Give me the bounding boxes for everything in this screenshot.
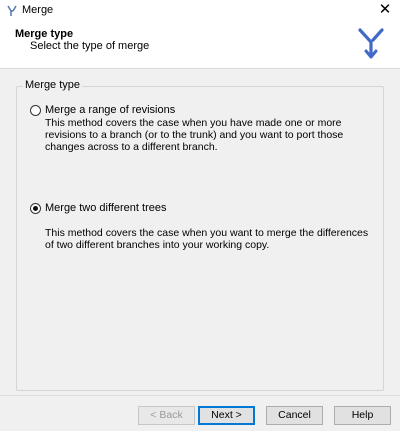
page-subtitle: Select the type of merge <box>30 40 150 52</box>
page-title: Merge type <box>15 28 74 40</box>
merge-range-description: This method covers the case when you hav… <box>45 117 344 153</box>
merge-trees-description: This method covers the case when you wan… <box>45 227 369 251</box>
merge-range-radio[interactable] <box>30 104 41 116</box>
option-merge-trees-row[interactable]: Merge two different trees <box>30 200 166 216</box>
back-button[interactable]: < Back <box>138 406 195 425</box>
help-button[interactable]: Help <box>334 406 391 425</box>
merge-branch-logo-icon <box>358 28 384 59</box>
merge-trees-radio[interactable] <box>30 202 41 214</box>
wizard-header: Merge type Select the type of merge <box>0 22 400 69</box>
merge-app-icon <box>7 5 17 16</box>
merge-trees-label[interactable]: Merge two different trees <box>45 202 166 214</box>
window-title: Merge <box>22 4 54 16</box>
next-button[interactable]: Next > <box>198 406 255 425</box>
cancel-button[interactable]: Cancel <box>266 406 323 425</box>
group-label: Merge type <box>23 79 83 91</box>
merge-range-label[interactable]: Merge a range of revisions <box>45 104 175 116</box>
title-bar: Merge ✕ <box>0 0 400 22</box>
button-bar: < Back Next > Cancel Help <box>0 395 400 431</box>
wizard-body: Merge type Merge a range of revisions Th… <box>0 69 400 395</box>
close-button[interactable]: ✕ <box>374 0 396 20</box>
merge-type-group: Merge type Merge a range of revisions Th… <box>16 79 384 391</box>
option-merge-range-row[interactable]: Merge a range of revisions <box>30 102 175 118</box>
